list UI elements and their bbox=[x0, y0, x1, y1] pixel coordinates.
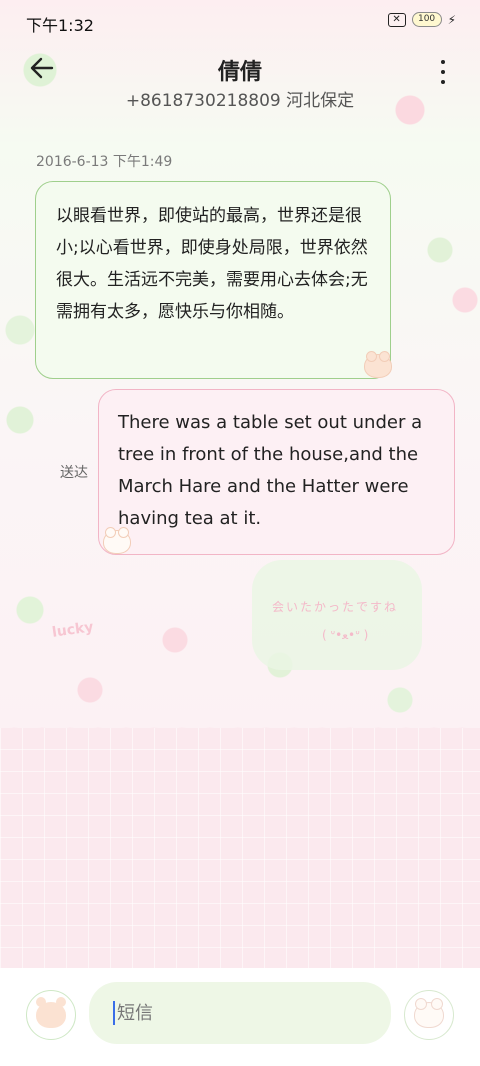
delivery-status: 送达 bbox=[60, 465, 88, 481]
x-sim-icon: ✕ bbox=[387, 12, 406, 27]
contact-phone-location: +8618730218809 河北保定 bbox=[125, 91, 355, 111]
status-time: 下午1:32 bbox=[26, 16, 94, 35]
message-input[interactable] bbox=[117, 996, 377, 1030]
text-cursor bbox=[113, 1001, 115, 1025]
message-timestamp: 2016-6-13 下午1:49 bbox=[36, 154, 173, 170]
more-vertical-icon bbox=[441, 60, 445, 64]
bear-sticker-icon bbox=[364, 351, 392, 378]
conversation-header: 倩倩 +8618730218809 河北保定 bbox=[0, 42, 480, 122]
bear-avatar-icon bbox=[36, 997, 66, 1028]
bear-avatar-button[interactable] bbox=[26, 990, 76, 1040]
decorative-sticker-card bbox=[252, 560, 422, 670]
more-options-button[interactable] bbox=[436, 58, 450, 86]
send-button[interactable] bbox=[404, 990, 454, 1040]
decorative-plaid bbox=[0, 728, 480, 968]
message-composer bbox=[0, 968, 480, 1066]
status-bar: 下午1:32 ✕ 100 ⚡ bbox=[0, 0, 480, 42]
status-icons: ✕ 100 ⚡ bbox=[387, 12, 456, 27]
contact-name: 倩倩 bbox=[217, 60, 262, 85]
decorative-sticker-text: 会いたかったですね bbox=[272, 600, 399, 614]
incoming-message-bubble[interactable]: 以眼看世界，即使站的最高，世界还是很小;以心看世界，即使身处局限，世界依然很大。… bbox=[35, 181, 391, 379]
outgoing-message-bubble[interactable]: There was a table set out under a tree i… bbox=[98, 389, 455, 555]
bear-send-icon bbox=[414, 998, 444, 1028]
decorative-sticker-face: ( ᐡ•ﻌ•ᐡ ) bbox=[322, 628, 369, 642]
bolt-icon: ⚡ bbox=[447, 12, 456, 27]
message-input-container[interactable] bbox=[89, 982, 391, 1044]
battery-icon: 100 bbox=[411, 12, 442, 27]
bear-sticker-icon bbox=[103, 527, 131, 554]
